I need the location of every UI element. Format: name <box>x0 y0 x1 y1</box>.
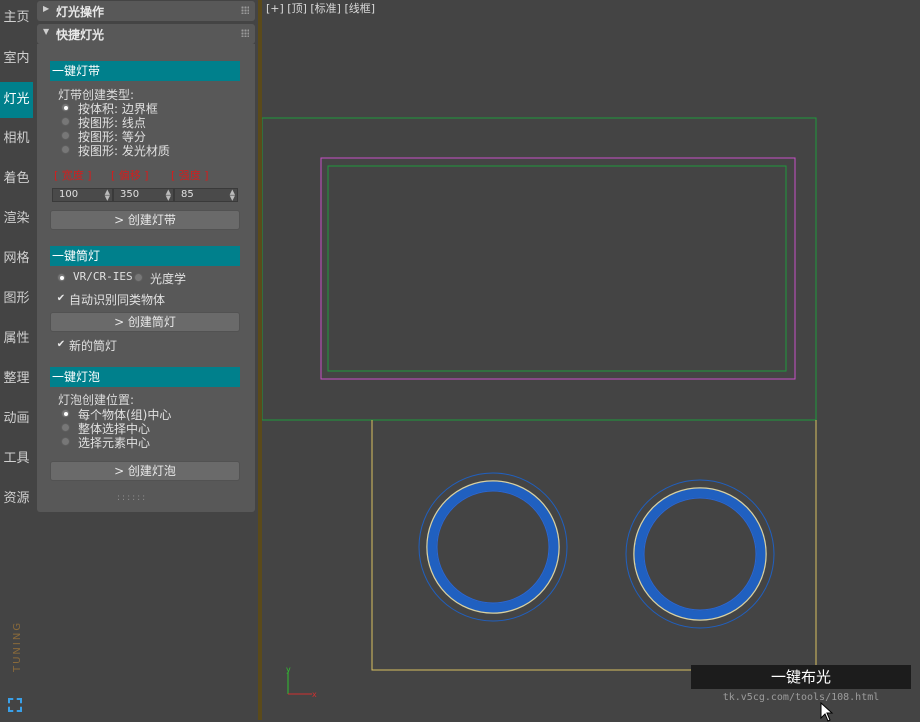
nav-item-properties[interactable]: 属性 <box>0 321 33 357</box>
quick-lights-body: 一键灯带 灯带创建类型: 按体积: 边界框 按图形: 线点 按图形: 等分 按图… <box>37 44 255 512</box>
intensity-param-label: [ 强度 ] <box>171 169 209 182</box>
spinner-arrows-icon[interactable]: ▲ ▼ <box>166 189 171 202</box>
bulb-option-label: 选择元素中心 <box>78 436 151 450</box>
nav-item-organize[interactable]: 整理 <box>0 361 33 397</box>
create-spot-button[interactable]: > 创建筒灯 <box>50 312 240 332</box>
strip-option-label: 按图形: 发光材质 <box>78 144 170 158</box>
strip-option-radio[interactable] <box>61 145 70 154</box>
section-header-strip: 一键灯带 <box>50 61 240 81</box>
grip-icon[interactable] <box>241 6 249 14</box>
grip-icon[interactable] <box>241 29 249 37</box>
vr-ies-label: VR/CR-IES <box>73 270 133 283</box>
offset-param-label: [ 偏移 ] <box>111 169 149 182</box>
nav-item-tools[interactable]: 工具 <box>0 441 33 477</box>
nav-item-animation[interactable]: 动画 <box>0 401 33 437</box>
offset-spinner[interactable]: 350 ▲ ▼ <box>113 188 174 202</box>
auto-detect-label: 自动识别同类物体 <box>69 293 166 307</box>
create-strip-button[interactable]: > 创建灯带 <box>50 210 240 230</box>
axis-gizmo: y x <box>286 665 317 699</box>
checkbox-check-icon[interactable]: ✔ <box>56 340 66 350</box>
nav-item-render[interactable]: 渲染 <box>0 201 33 237</box>
brand-logo: TUNING <box>12 621 23 673</box>
photometric-label: 光度学 <box>150 272 187 286</box>
command-panel: ▶ 灯光操作 ▼ 快捷灯光 一键灯带 灯带创建类型: 按体积: 边界框 按图形:… <box>37 0 255 512</box>
nav-item-camera[interactable]: 相机 <box>0 121 33 157</box>
expand-triangle-icon: ▶ <box>43 4 50 13</box>
collapse-triangle-icon: ▼ <box>43 27 50 36</box>
width-param-label: [ 宽度 ] <box>54 169 92 182</box>
scene-wireframe <box>262 117 817 671</box>
spinner-arrows-icon[interactable]: ▲ ▼ <box>105 189 110 202</box>
magenta-frame <box>320 157 796 380</box>
nav-item-lighting[interactable]: 灯光 <box>0 82 33 118</box>
new-spot-label: 新的筒灯 <box>69 339 118 353</box>
spinner-arrows-icon[interactable]: ▲ ▼ <box>230 189 235 202</box>
section-header-spot: 一键筒灯 <box>50 246 240 266</box>
bulb-option-radio[interactable] <box>61 437 70 446</box>
nav-item-mesh[interactable]: 网格 <box>0 241 33 277</box>
axis-y-label: y <box>286 665 291 674</box>
yellow-frame <box>371 420 817 671</box>
green-outer-frame <box>262 117 817 421</box>
section-header-bulb: 一键灯泡 <box>50 367 240 387</box>
nav-item-assets[interactable]: 资源 <box>0 481 33 517</box>
strip-option-radio[interactable] <box>61 103 70 112</box>
panel-resize-grip[interactable]: :::::: <box>117 493 147 503</box>
nav-item-shading[interactable]: 着色 <box>0 161 33 197</box>
selection-icon[interactable] <box>8 698 22 712</box>
video-caption: 一键布光 <box>691 665 911 689</box>
checkbox-check-icon[interactable]: ✔ <box>56 294 66 304</box>
nav-item-home[interactable]: 主页 <box>0 0 33 36</box>
rollout-title: 快捷灯光 <box>56 28 105 42</box>
nav-item-shape[interactable]: 图形 <box>0 281 33 317</box>
rollout-title: 灯光操作 <box>56 5 105 19</box>
vr-ies-radio[interactable] <box>57 273 66 282</box>
watermark-url: tk.v5cg.com/tools/108.html <box>722 692 880 703</box>
axis-x-label: x <box>312 690 317 699</box>
strip-option-radio[interactable] <box>61 117 70 126</box>
intensity-spinner[interactable]: 85 ▲ ▼ <box>174 188 238 202</box>
ring-right <box>625 479 775 629</box>
bulb-option-radio[interactable] <box>61 423 70 432</box>
nav-item-interior[interactable]: 室内 <box>0 41 33 77</box>
rollout-light-ops[interactable]: ▶ 灯光操作 <box>37 1 255 21</box>
vertical-nav: 主页 室内 灯光 相机 着色 渲染 网格 图形 属性 整理 动画 工具 资源 T… <box>0 0 33 720</box>
ring-left <box>418 472 568 622</box>
rollout-quick-lights[interactable]: ▼ 快捷灯光 <box>37 24 255 44</box>
svg-text:TUNING: TUNING <box>12 621 23 673</box>
strip-option-radio[interactable] <box>61 131 70 140</box>
mouse-cursor-icon <box>820 702 834 722</box>
photometric-radio[interactable] <box>134 273 143 282</box>
width-spinner[interactable]: 100 ▲ ▼ <box>52 188 113 202</box>
green-inner-frame <box>327 165 787 372</box>
create-bulb-button[interactable]: > 创建灯泡 <box>50 461 240 481</box>
bulb-option-radio[interactable] <box>61 409 70 418</box>
